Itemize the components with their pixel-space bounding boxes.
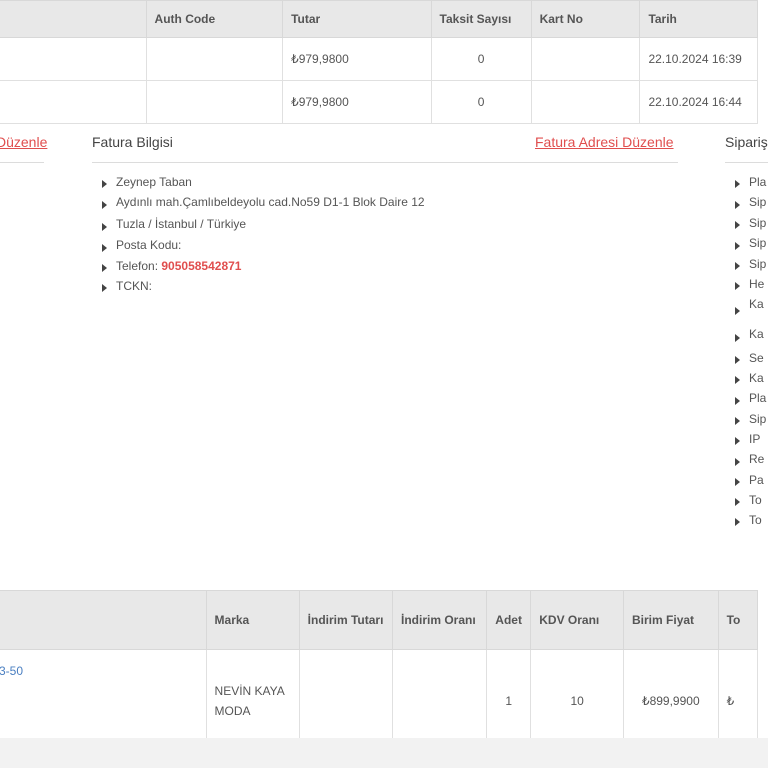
phone-value: 905058542871 xyxy=(161,259,242,273)
col-header-auth-code: Auth Code xyxy=(145,0,284,38)
divider xyxy=(0,162,44,163)
invoice-phone: Telefon: 905058542871 xyxy=(100,258,425,278)
order-item: Sip xyxy=(733,235,766,256)
col-header-unit-price: Birim Fiyat xyxy=(623,590,719,650)
order-item: Pa xyxy=(733,472,766,492)
table-row: ₺979,9800 0 22.10.2024 16:39 xyxy=(0,37,758,81)
cell-blank xyxy=(0,37,147,81)
col-header-blank xyxy=(0,0,147,38)
products-table: Marka İndirim Tutarı İndirim Oranı Adet … xyxy=(0,590,759,753)
phone-label: Telefon: xyxy=(116,259,159,273)
order-item: He xyxy=(733,276,766,296)
order-item: Se xyxy=(733,350,766,370)
invoice-details-list: Zeynep Taban Aydınlı mah.Çamlıbeldeyolu … xyxy=(100,174,425,298)
table-row: ₺979,9800 0 22.10.2024 16:44 xyxy=(0,80,758,124)
col-header-discount-rate: İndirim Oranı xyxy=(391,590,488,650)
invoice-city: Tuzla / İstanbul / Türkiye xyxy=(100,216,425,237)
col-header-total: To xyxy=(717,590,759,650)
product-link[interactable]: 3-50 xyxy=(0,664,23,678)
order-item: IP xyxy=(733,431,766,451)
invoice-tckn: TCKN: xyxy=(100,278,425,298)
payments-header-row: Auth Code Tutar Taksit Sayısı Kart No Ta… xyxy=(0,0,758,38)
invoice-name: Zeynep Taban xyxy=(100,174,425,194)
cell-date: 22.10.2024 16:39 xyxy=(639,37,758,81)
order-details-list: Pla Sip Sip Sip Sip He Ka Ka Se Ka Pla S… xyxy=(733,174,766,532)
cell-card-no xyxy=(530,80,641,124)
cell-amount: ₺979,9800 xyxy=(282,80,432,124)
order-section-title: Sipariş xyxy=(725,134,768,150)
cell-blank xyxy=(0,80,147,124)
order-item: Re xyxy=(733,451,766,472)
brand-line: MODA xyxy=(214,704,251,718)
order-item: Ka xyxy=(733,370,766,390)
order-item: Pla xyxy=(733,174,766,194)
col-header-brand: Marka xyxy=(205,590,300,650)
order-item: Sip xyxy=(733,215,766,235)
order-item: Ka xyxy=(733,326,766,350)
order-item: Pla xyxy=(733,390,766,411)
edit-shipping-link[interactable]: Düzenle xyxy=(0,134,47,150)
order-item: Sip xyxy=(733,194,766,215)
products-header-row: Marka İndirim Tutarı İndirim Oranı Adet … xyxy=(0,590,759,650)
col-header-date: Tarih xyxy=(639,0,758,38)
cell-date: 22.10.2024 16:44 xyxy=(639,80,758,124)
order-item: Sip xyxy=(733,411,766,431)
cell-auth-code xyxy=(145,80,284,124)
divider xyxy=(92,162,678,163)
col-header-discount-amount: İndirim Tutarı xyxy=(298,590,394,650)
invoice-postal-code: Posta Kodu: xyxy=(100,237,425,258)
order-item: To xyxy=(733,492,766,512)
cell-amount: ₺979,9800 xyxy=(282,37,432,81)
col-header-vat-rate: KDV Oranı xyxy=(530,590,625,650)
col-header-quantity: Adet xyxy=(486,590,532,650)
col-header-amount: Tutar xyxy=(282,0,432,38)
col-header-installments: Taksit Sayısı xyxy=(430,0,532,38)
invoice-address: Aydınlı mah.Çamlıbeldeyolu cad.No59 D1-1… xyxy=(100,194,425,216)
payments-table: Auth Code Tutar Taksit Sayısı Kart No Ta… xyxy=(0,0,758,124)
order-item: To xyxy=(733,512,766,532)
order-item: Sip xyxy=(733,256,766,276)
footer-band xyxy=(0,738,768,768)
invoice-section-title: Fatura Bilgisi xyxy=(92,134,173,150)
col-header-product xyxy=(0,590,207,650)
divider xyxy=(725,162,768,163)
brand-line: NEVİN KAYA xyxy=(214,684,285,698)
cell-installments: 0 xyxy=(430,37,532,81)
cell-installments: 0 xyxy=(430,80,532,124)
cell-card-no xyxy=(530,37,641,81)
edit-invoice-address-link[interactable]: Fatura Adresi Düzenle xyxy=(535,134,674,150)
cell-auth-code xyxy=(145,37,284,81)
order-item: Ka xyxy=(733,296,766,326)
col-header-card-no: Kart No xyxy=(530,0,641,38)
